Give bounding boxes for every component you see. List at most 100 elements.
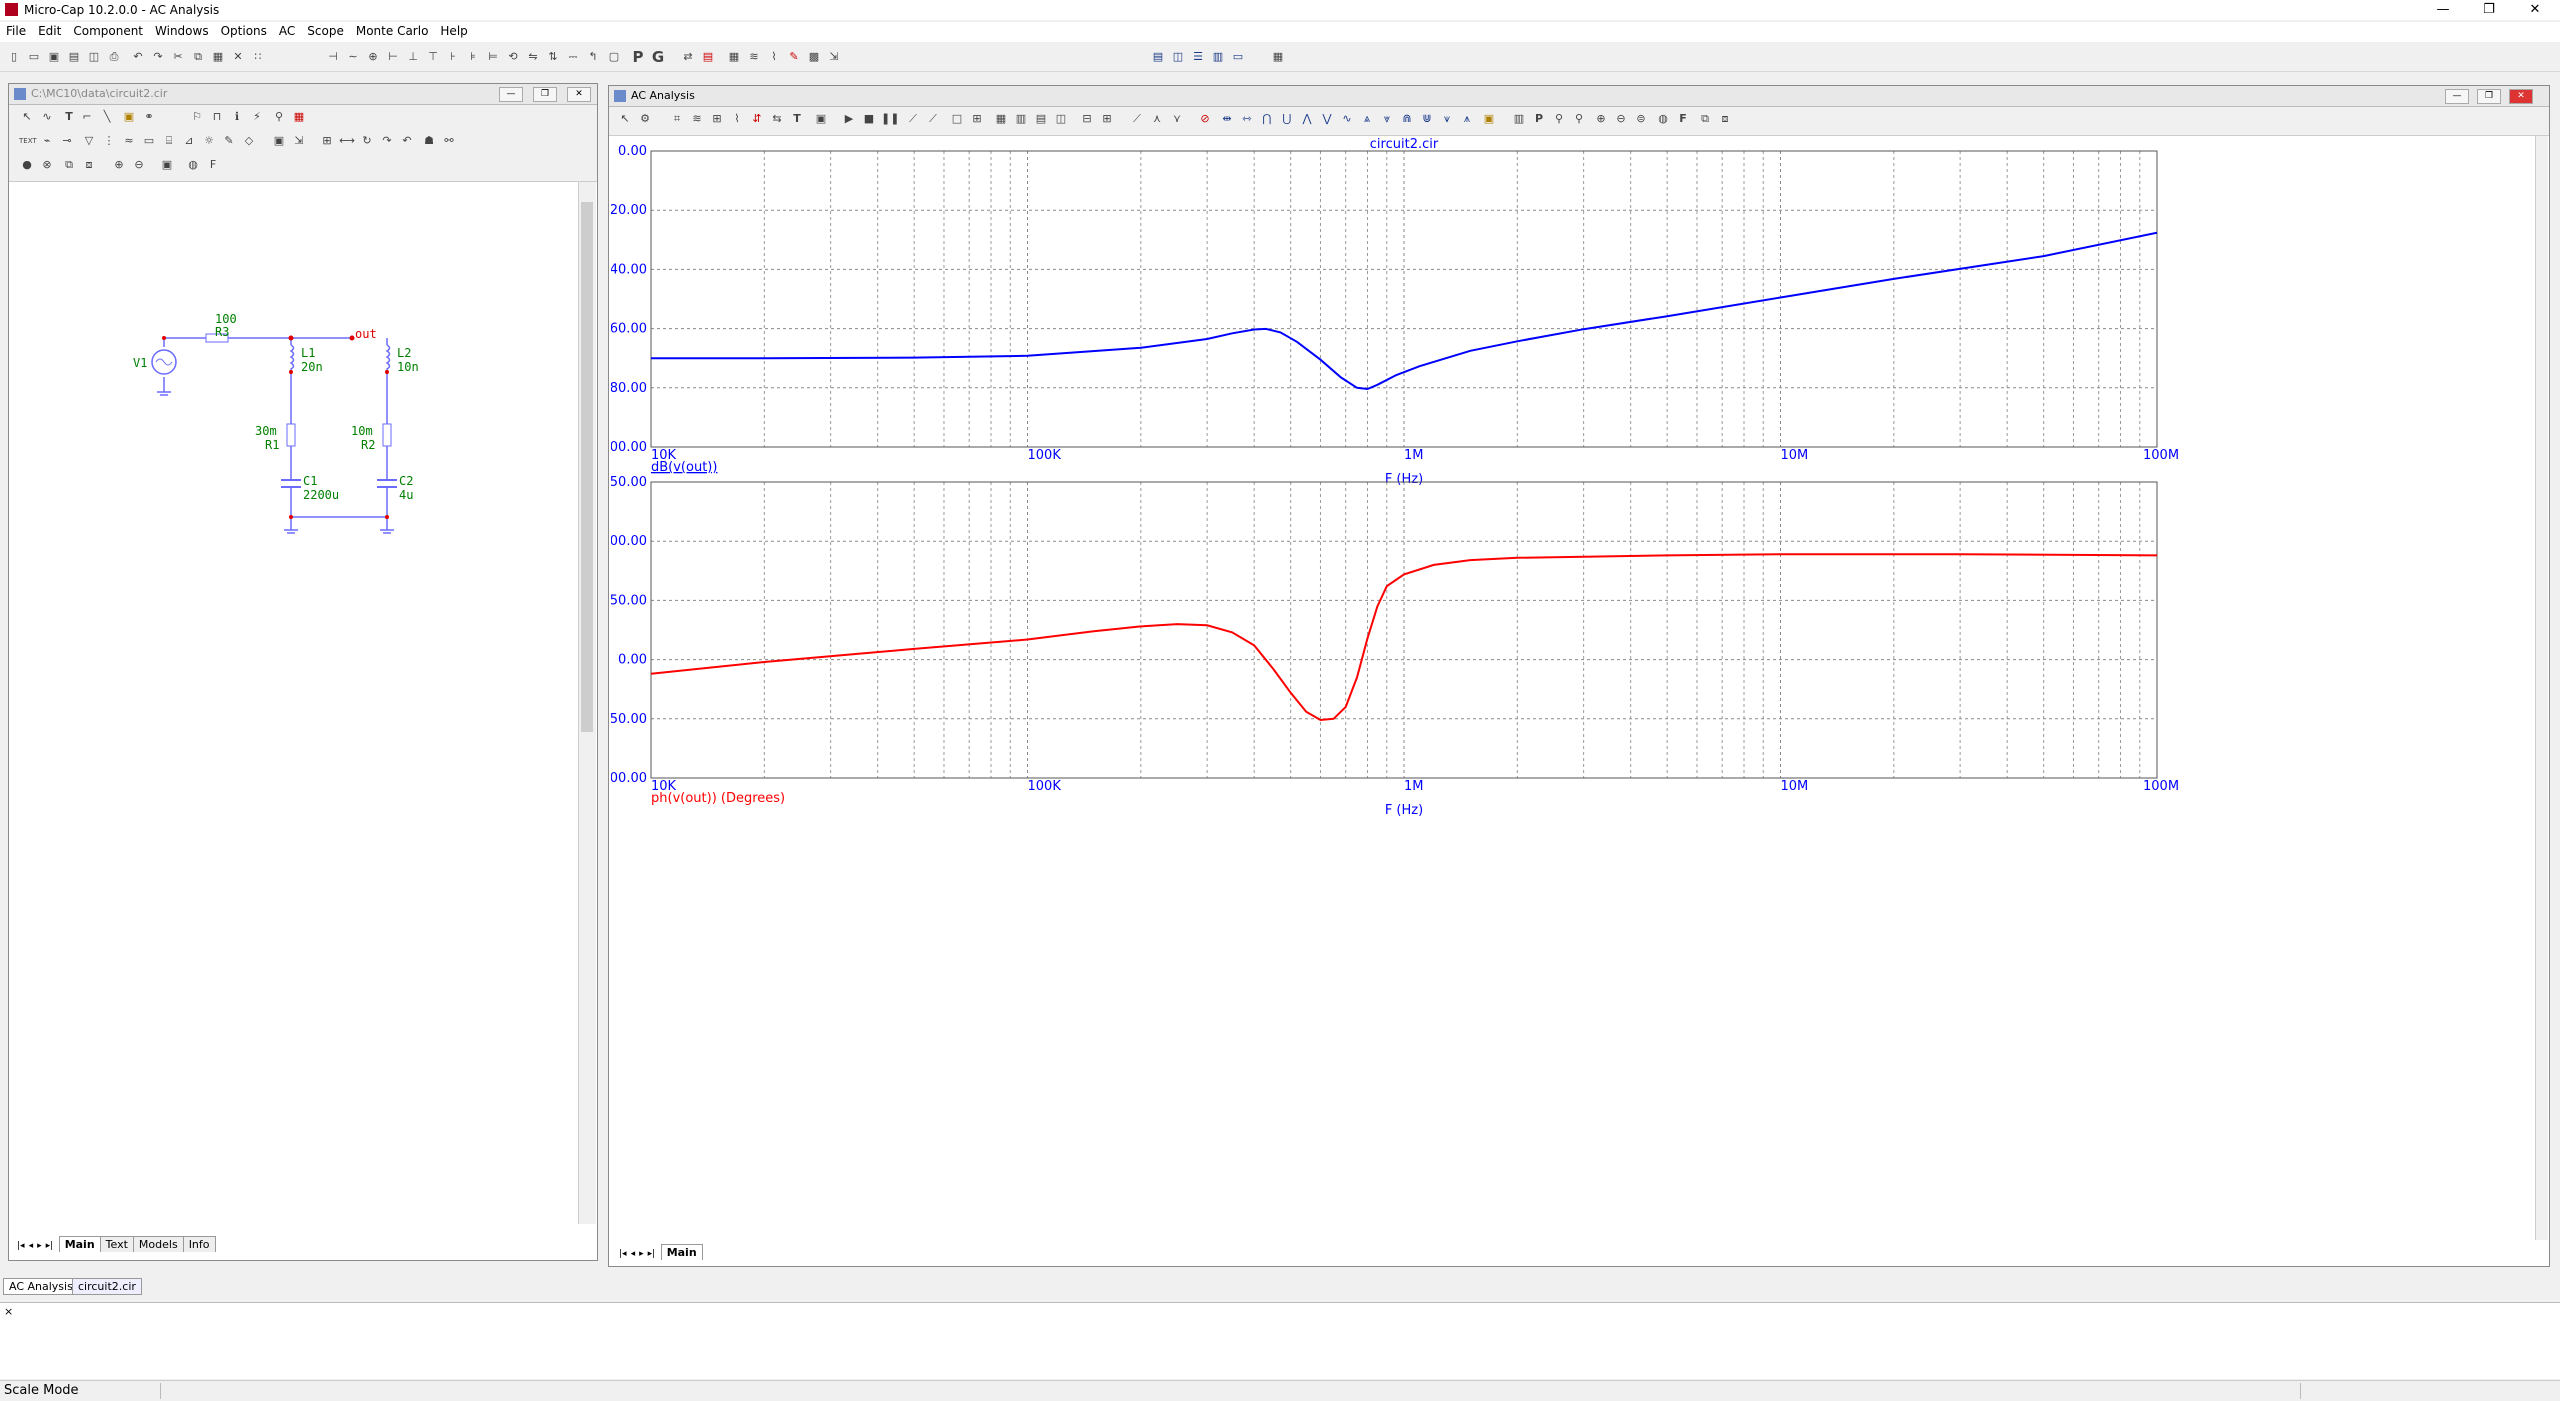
title-icon[interactable]: ⌸ (161, 133, 177, 149)
probe-icon[interactable]: ⚲ (271, 109, 287, 125)
go-peak-icon[interactable]: ⋂ (1259, 111, 1275, 127)
menu-windows[interactable]: Windows (149, 22, 215, 40)
text-tool-icon[interactable]: T (61, 109, 77, 125)
align-tool-icon[interactable]: ⊞ (319, 133, 335, 149)
print-preview-icon[interactable]: ◫ (86, 49, 102, 65)
menu-file[interactable]: File (0, 22, 32, 40)
font-icon[interactable]: F (205, 157, 221, 173)
next-icon[interactable]: ⩛ (1439, 111, 1455, 127)
component-tool-icon[interactable]: ▦ (291, 109, 307, 125)
cursor-left-icon[interactable]: ⇹ (1219, 111, 1235, 127)
mirror-icon[interactable]: ⇋ (525, 49, 541, 65)
layout1-icon[interactable]: ▦ (993, 111, 1009, 127)
trace-icon[interactable]: ⇲ (826, 49, 842, 65)
grid-toggle-icon[interactable]: ⊞ (969, 111, 985, 127)
high-icon[interactable]: ⋀ (1299, 111, 1315, 127)
wire-icon[interactable]: ⊣ (325, 49, 341, 65)
diag-wire-icon[interactable]: ╲ (99, 109, 115, 125)
probe-tool-icon[interactable]: ⚲ (1551, 111, 1567, 127)
save-icon[interactable]: ▣ (46, 49, 62, 65)
attrib-text-icon[interactable]: ▽ (81, 133, 97, 149)
layout3-icon[interactable]: ▤ (1033, 111, 1049, 127)
inflection-icon[interactable]: ∿ (1339, 111, 1355, 127)
cascade-icon[interactable]: ▤ (1150, 49, 1166, 65)
image-icon[interactable]: ▣ (159, 157, 175, 173)
marker-icon[interactable]: ⇆ (769, 111, 785, 127)
tile-vertical-icon[interactable]: ◫ (1170, 49, 1186, 65)
probe2-tool-icon[interactable]: ⚲ (1571, 111, 1587, 127)
scale-icon[interactable]: ⚙ (637, 111, 653, 127)
schematic-minimize-button[interactable]: — (499, 87, 523, 102)
node-numbers-icon[interactable]: ⌁ (39, 133, 55, 149)
rotate-icon[interactable]: ⟲ (505, 49, 521, 65)
grid-icon[interactable]: ▦ (726, 49, 742, 65)
analysis-minimize-button[interactable]: — (2445, 89, 2469, 104)
probe-p-tool-icon[interactable]: P (1531, 111, 1547, 127)
attribute-icon[interactable]: ℹ (229, 109, 245, 125)
doc-tab-circuit2[interactable]: circuit2.cir (72, 1278, 142, 1295)
tab-info[interactable]: Info (182, 1236, 216, 1252)
junction-icon[interactable]: ⊢ (385, 49, 401, 65)
grid-text-icon[interactable]: ⋮ (101, 133, 117, 149)
wave-tool-icon[interactable]: ≈ (121, 133, 137, 149)
tracker-icon[interactable]: ⌇ (729, 111, 745, 127)
component-icon[interactable]: ⇄ (680, 49, 696, 65)
restore-button[interactable]: ❐ (2466, 0, 2512, 20)
style-icon[interactable]: ☼ (201, 133, 217, 149)
analysis-tab-main[interactable]: Main (660, 1244, 703, 1260)
measure-icon[interactable]: ▣ (1481, 111, 1497, 127)
stop-analysis-icon[interactable]: ■ (861, 111, 877, 127)
menu-scope[interactable]: Scope (301, 22, 350, 40)
schematic-canvas[interactable]: 100 R3 V1 out L1 20n L2 10n 30m R1 10m R… (9, 182, 577, 1224)
tile-horizontal-icon[interactable]: ☰ (1190, 49, 1206, 65)
undo-icon[interactable]: ↶ (130, 49, 146, 65)
menu-options[interactable]: Options (215, 22, 273, 40)
stop-icon[interactable]: ● (19, 157, 35, 173)
analysis-tab-nav-next[interactable]: ▸ (637, 1249, 646, 1259)
select-icon[interactable]: ↖ (19, 109, 35, 125)
new-file-icon[interactable]: ▯ (6, 49, 22, 65)
scrollbar-thumb[interactable] (581, 202, 593, 732)
properties-icon[interactable]: ▣ (813, 111, 829, 127)
globe-icon[interactable]: ◍ (185, 157, 201, 173)
numeric-icon[interactable]: ▥ (1511, 111, 1527, 127)
split-icon[interactable]: ⊥ (405, 49, 421, 65)
analysis-restore-button[interactable]: ❐ (2477, 89, 2501, 104)
undo-tool-icon[interactable]: ↷ (379, 133, 395, 149)
pin-connections-icon[interactable]: ⊸ (59, 133, 75, 149)
color-plot-icon[interactable]: ◍ (1655, 111, 1671, 127)
peak-find-icon[interactable]: ⋏ (1149, 111, 1165, 127)
tab-nav-prev[interactable]: ◂ (27, 1241, 36, 1251)
top-icon[interactable]: ⋒ (1399, 111, 1415, 127)
step-icon[interactable]: ↰ (585, 49, 601, 65)
text-tool-plot-icon[interactable]: T (789, 111, 805, 127)
binoculars-icon[interactable]: ⚯ (441, 133, 457, 149)
node-icon[interactable]: ⊤ (425, 49, 441, 65)
run-icon[interactable]: ▤ (700, 49, 716, 65)
find-icon[interactable]: ☗ (421, 133, 437, 149)
pin-tool-icon[interactable]: ⊓ (209, 109, 225, 125)
step-tool-icon[interactable]: ⇲ (291, 133, 307, 149)
tab-nav-last[interactable]: ▸| (44, 1241, 56, 1251)
pause-analysis-icon[interactable]: ❚❚ (881, 111, 899, 127)
probe-g-button[interactable]: G (650, 49, 666, 65)
graph-icon[interactable]: ⌇ (766, 49, 782, 65)
copy-icon[interactable]: ⧉ (190, 49, 206, 65)
clear-icon[interactable]: ∷ (250, 49, 266, 65)
flip-icon[interactable]: ⇅ (545, 49, 561, 65)
flag-icon[interactable]: ⚐ (189, 109, 205, 125)
menu-help[interactable]: Help (434, 22, 473, 40)
save-all-icon[interactable]: ▤ (66, 49, 82, 65)
tab-text[interactable]: Text (99, 1236, 134, 1252)
analysis-tab-nav-first[interactable]: |◂ (617, 1249, 629, 1259)
zoom-in-icon[interactable]: ⊕ (111, 157, 127, 173)
peak-icon[interactable]: ⇵ (749, 111, 765, 127)
layout6-icon[interactable]: ⊞ (1099, 111, 1115, 127)
diag-line-icon[interactable]: ⟋ (925, 111, 941, 127)
schematic-vertical-scrollbar[interactable] (578, 182, 596, 1224)
connect-icon[interactable]: ⊕ (365, 49, 381, 65)
border-icon[interactable]: ▭ (141, 133, 157, 149)
wave-view-icon[interactable]: ≋ (689, 111, 705, 127)
layout2-icon[interactable]: ▥ (1013, 111, 1029, 127)
window-icon[interactable]: ▭ (1230, 49, 1246, 65)
